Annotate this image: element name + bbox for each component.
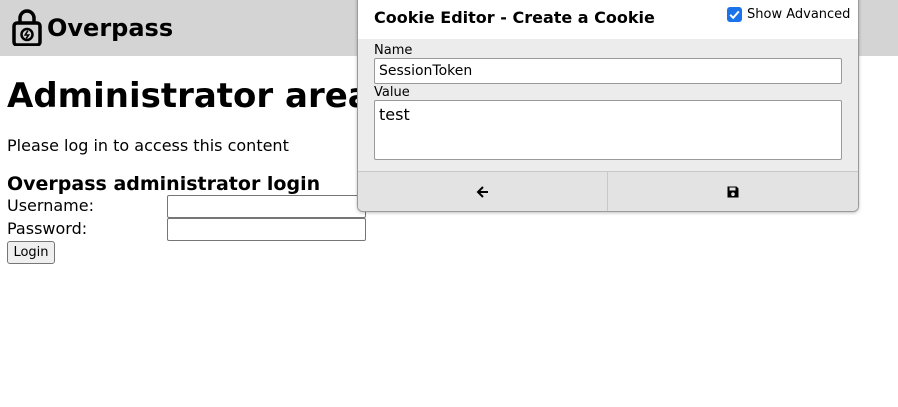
login-button[interactable]: Login — [7, 241, 55, 264]
cookie-name-input[interactable]: SessionToken — [374, 58, 842, 84]
back-button[interactable] — [358, 172, 608, 211]
padlock-icon — [12, 9, 42, 46]
save-button[interactable] — [608, 172, 858, 211]
arrow-left-icon — [476, 186, 488, 198]
cookie-editor-header: Cookie Editor - Create a Cookie Show Adv… — [358, 0, 858, 39]
cookie-editor-footer — [358, 171, 858, 211]
checkmark-icon — [729, 10, 740, 20]
username-label: Username: — [7, 196, 94, 215]
cookie-name-label: Name — [374, 43, 413, 58]
password-label: Password: — [7, 219, 88, 238]
page-title: Administrator area — [7, 76, 371, 116]
login-heading: Overpass administrator login — [7, 173, 321, 195]
save-icon — [727, 186, 739, 198]
cookie-editor-popup: Cookie Editor - Create a Cookie Show Adv… — [357, 0, 859, 212]
cookie-editor-title: Cookie Editor - Create a Cookie — [374, 8, 655, 27]
show-advanced-label[interactable]: Show Advanced — [747, 7, 850, 23]
cookie-value-textarea[interactable]: test — [374, 100, 842, 160]
password-input[interactable] — [167, 218, 366, 241]
show-advanced-checkbox[interactable] — [727, 7, 742, 22]
site-title[interactable]: Overpass — [47, 12, 173, 44]
cookie-value-label: Value — [374, 85, 410, 100]
username-input[interactable] — [167, 195, 366, 218]
cookie-form: Name SessionToken Value test — [358, 39, 858, 171]
login-required-message: Please log in to access this content — [7, 136, 289, 155]
